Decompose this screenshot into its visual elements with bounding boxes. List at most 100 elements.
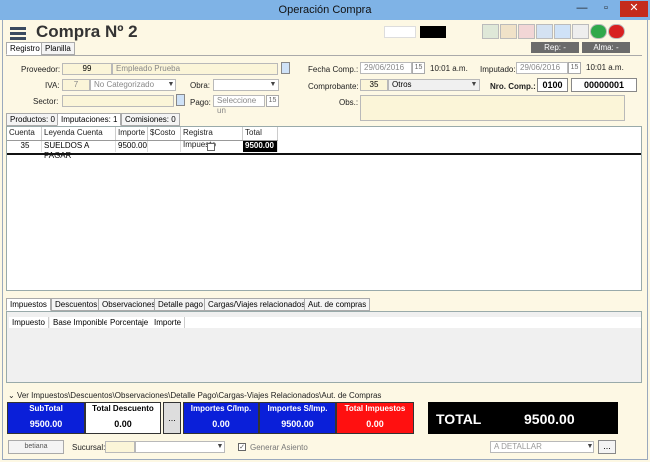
close-button[interactable]: ✕: [620, 1, 648, 17]
cell-leyenda[interactable]: SUELDOS A PAGAR: [42, 141, 116, 160]
rep-label[interactable]: Rep: -: [531, 42, 579, 53]
black-block: [420, 26, 446, 38]
pago-select[interactable]: Seleccione un: [213, 95, 265, 115]
tab-imputaciones[interactable]: Imputaciones: 1: [57, 113, 122, 126]
col-costo[interactable]: $Costo: [148, 127, 181, 140]
tab-productos[interactable]: Productos: 0: [6, 113, 59, 126]
total-box: TOTAL 9500.00: [428, 402, 618, 434]
iva-code-input[interactable]: 7: [62, 79, 90, 91]
calendar-icon[interactable]: 15: [568, 62, 581, 74]
minimize-button[interactable]: —: [572, 1, 592, 17]
generar-asiento-checkbox[interactable]: ✓: [238, 443, 246, 451]
imps-box: Importes S/Imp. 9500.00: [259, 402, 336, 434]
impc-box: Importes C/Imp. 0.00: [183, 402, 259, 434]
comprobante-label: Comprobante:: [308, 82, 359, 91]
calendar-icon[interactable]: 15: [412, 62, 425, 74]
imps-value: 9500.00: [281, 419, 314, 429]
col-registra[interactable]: Registra Impuesto: [181, 127, 243, 149]
subtotal-value: 9500.00: [29, 419, 63, 429]
chevron-down-icon: ▼: [216, 443, 224, 450]
fecha-time: 10:01 a.m.: [430, 64, 468, 73]
iva-select[interactable]: No Categorizado: [90, 79, 176, 91]
impc-value: 0.00: [212, 419, 230, 429]
col-porcentaje[interactable]: Porcentaje: [107, 317, 153, 328]
tab-registro[interactable]: Registro: [6, 42, 44, 55]
page-title: Compra Nº 2: [36, 22, 138, 41]
tab-planilla[interactable]: Planilla: [41, 42, 75, 55]
sucursal-label: Sucursal:: [72, 443, 106, 452]
tab-aut-compras[interactable]: Aut. de compras: [304, 298, 371, 311]
obs-label: Obs.:: [339, 98, 359, 107]
tab-observaciones[interactable]: Observaciones: [98, 298, 160, 311]
delete-icon[interactable]: [518, 24, 535, 39]
generar-asiento-label: Generar Asiento: [250, 443, 308, 452]
cell-importe[interactable]: 9500.00: [116, 141, 148, 152]
col-importe-imp[interactable]: Importe: [151, 317, 186, 328]
cell-total[interactable]: 9500.00: [243, 141, 278, 152]
registra-impuesto-checkbox[interactable]: [207, 143, 215, 151]
alma-label[interactable]: Alma: -: [582, 42, 630, 53]
tab-cargas[interactable]: Cargas/Viajes relacionados: [204, 298, 310, 311]
cell-costo[interactable]: [148, 141, 181, 152]
chevron-down-icon: ▼: [269, 81, 277, 88]
filter-icon[interactable]: [554, 24, 571, 39]
sector-label: Sector:: [33, 97, 59, 106]
tab-detalle-pago[interactable]: Detalle pago: [154, 298, 207, 311]
descuento-box: Total Descuento 0.00: [85, 402, 161, 434]
refresh-icon[interactable]: [590, 24, 607, 39]
window-title: Operación Compra: [278, 4, 372, 16]
obra-label: Obra:: [190, 81, 211, 90]
nro-pv-input[interactable]: 0100: [537, 78, 568, 92]
calendar-icon[interactable]: 15: [266, 95, 279, 107]
subtotal-box: SubTotal 9500.00: [7, 402, 85, 434]
nro-label: Nro. Comp.:: [490, 82, 536, 91]
tab-descuentos[interactable]: Descuentos: [51, 298, 102, 311]
ver-toggle[interactable]: ⌄ Ver Impuestos\Descuentos\Observaciones…: [8, 390, 381, 401]
col-importe[interactable]: Importe: [116, 127, 148, 140]
exit-icon[interactable]: [608, 24, 625, 39]
add-icon[interactable]: [482, 24, 499, 39]
sucursal-select[interactable]: [135, 441, 225, 453]
col-impuesto[interactable]: Impuesto: [9, 317, 49, 328]
total-label: TOTAL: [436, 411, 482, 427]
fecha-label: Fecha Comp.:: [308, 65, 359, 74]
maximize-button[interactable]: ▫: [596, 1, 616, 17]
user-button[interactable]: betiana: [8, 440, 64, 454]
imputado-time: 10:01 a.m.: [586, 63, 624, 72]
header-field: [384, 26, 416, 38]
edit-icon[interactable]: [500, 24, 517, 39]
col-leyenda[interactable]: Leyenda Cuenta: [42, 127, 116, 140]
col-base-imponible[interactable]: Base Imponible: [50, 317, 113, 328]
tab-comisiones[interactable]: Comisiones: 0: [121, 113, 180, 126]
tab-impuestos[interactable]: Impuestos: [6, 298, 51, 311]
print-icon[interactable]: [536, 24, 553, 39]
proveedor-name-input[interactable]: Empleado Prueba: [112, 63, 278, 75]
title-bar: Operación Compra — ▫ ✕: [0, 0, 650, 20]
comprobante-code-input[interactable]: 35: [360, 79, 388, 91]
iva-label: IVA:: [45, 81, 60, 90]
col-cuenta[interactable]: Cuenta: [7, 127, 42, 140]
col-total[interactable]: Total: [243, 127, 278, 140]
nro-num-input[interactable]: 00000001: [571, 78, 637, 92]
comprobante-select[interactable]: Otros: [388, 79, 480, 91]
sector-input[interactable]: [62, 95, 174, 107]
detallar-select[interactable]: A DETALLAR: [490, 441, 594, 453]
list-menu-icon[interactable]: [10, 27, 26, 41]
cell-cuenta[interactable]: 35: [7, 141, 42, 152]
sector-lookup-icon[interactable]: [176, 94, 185, 106]
proveedor-code-input[interactable]: 99: [62, 63, 112, 75]
sucursal-code-input[interactable]: [105, 441, 135, 453]
total-value: 9500.00: [524, 411, 575, 427]
search-icon[interactable]: [572, 24, 589, 39]
detallar-more-button[interactable]: ...: [598, 440, 616, 454]
chevron-down-icon: ▼: [470, 81, 478, 88]
descuento-more-button[interactable]: ...: [163, 402, 181, 434]
imputaciones-grid[interactable]: Cuenta Leyenda Cuenta Importe $Costo Reg…: [6, 126, 642, 291]
pago-label: Pago:: [190, 98, 211, 107]
proveedor-lookup-icon[interactable]: [281, 62, 290, 74]
impuestos-grid[interactable]: Impuesto Base Imponible Porcentaje Impor…: [6, 311, 642, 383]
imputado-input[interactable]: 29/06/2016: [516, 62, 568, 74]
timp-box: Total Impuestos 0.00: [336, 402, 414, 434]
obs-textarea[interactable]: [360, 95, 625, 121]
fecha-input[interactable]: 29/06/2016: [360, 62, 412, 74]
